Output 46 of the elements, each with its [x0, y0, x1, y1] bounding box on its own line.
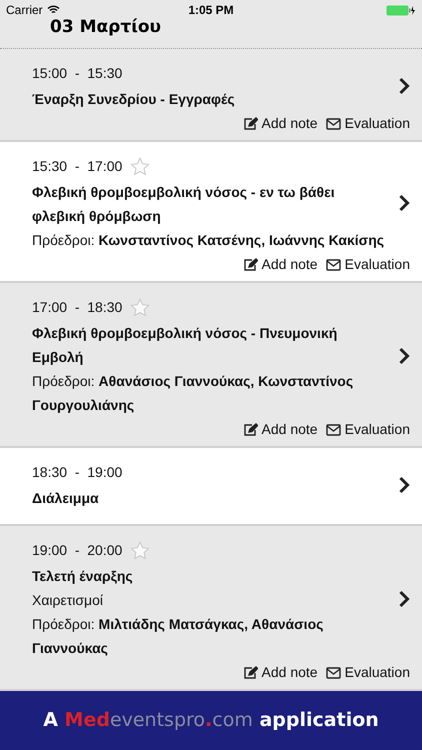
chevron-right-icon	[398, 194, 410, 212]
star-icon[interactable]	[130, 540, 150, 560]
chevron-right-icon	[398, 77, 410, 95]
session-time: 17:00 - 18:30	[32, 298, 122, 316]
chevron-right-icon	[398, 347, 410, 365]
add-note-button[interactable]: Add note	[242, 419, 318, 440]
add-note-button[interactable]: Add note	[242, 662, 318, 683]
edit-icon	[242, 116, 258, 130]
mail-icon	[326, 666, 341, 678]
evaluation-button[interactable]: Evaluation	[326, 254, 410, 275]
session-title: Έναρξη Συνεδρίου - Εγγραφές	[32, 90, 236, 109]
session-title: Φλεβική θρομβοεμβολική νόσος - Πνευμονική Εμβολή	[32, 324, 338, 367]
date-title: 03 Μαρτίου	[50, 20, 162, 34]
edit-icon	[242, 258, 258, 272]
session-title: Διάλειμμα	[32, 489, 100, 508]
session-title: Φλεβική θρομβοεμβολική νόσος - εν τω βάθει φλεβική θρόμβωση	[32, 183, 336, 226]
mail-icon	[326, 424, 341, 436]
add-note-button[interactable]: Add note	[242, 113, 318, 134]
session-chairs: Πρόεδροι: Αθανάσιος Γιαννούκας, Κωνσταντίνος Γουργουλιάνης	[32, 372, 354, 415]
battery-icon	[386, 4, 416, 16]
session-chairs: Πρόεδροι: Μιλτιάδης Ματσάγκας, Αθανάσιος Γιαννούκας	[32, 615, 324, 658]
mail-icon	[326, 258, 341, 270]
session-subtitle: Χαιρετισμοί	[32, 591, 104, 610]
chevron-right-icon	[398, 590, 410, 608]
session-time: 19:00 - 20:00	[32, 540, 122, 560]
session-card[interactable]: 15:30 - 17:00 Φλεβική θρομβοεμβολική νόσος - εν τω βάθει φλεβική θρόμβωση Πρόεδροι: Κωνσταντίνος Κατσένης, Ιωάννης Κακίσης Add note Evaluation	[0, 142, 422, 283]
status-time: 1:05 PM	[188, 2, 234, 19]
chevron-right-icon	[398, 476, 410, 494]
footer-tagline: A Medeventspro.com application	[43, 708, 379, 732]
carrier-label: Carrier	[6, 2, 43, 19]
edit-icon	[242, 666, 258, 680]
add-note-button[interactable]: Add note	[242, 254, 318, 275]
session-time: 15:30 - 17:00	[32, 156, 122, 176]
session-card[interactable]: 18:30 - 19:00 Διάλειμμα	[0, 448, 422, 526]
star-icon[interactable]	[130, 156, 150, 176]
edit-icon	[242, 422, 258, 436]
wifi-icon	[46, 5, 60, 15]
evaluation-button[interactable]: Evaluation	[326, 113, 410, 134]
session-time: 15:00 - 15:30	[32, 64, 122, 82]
evaluation-button[interactable]: Evaluation	[326, 662, 410, 683]
evaluation-button[interactable]: Evaluation	[326, 419, 410, 440]
session-time: 18:30 - 19:00	[32, 462, 122, 482]
star-icon[interactable]	[130, 298, 150, 316]
session-chairs: Πρόεδροι: Κωνσταντίνος Κατσένης, Ιωάννης Κακίσης	[32, 231, 386, 250]
mail-icon	[326, 118, 341, 130]
session-title: Τελετή έναρξης	[32, 567, 134, 586]
